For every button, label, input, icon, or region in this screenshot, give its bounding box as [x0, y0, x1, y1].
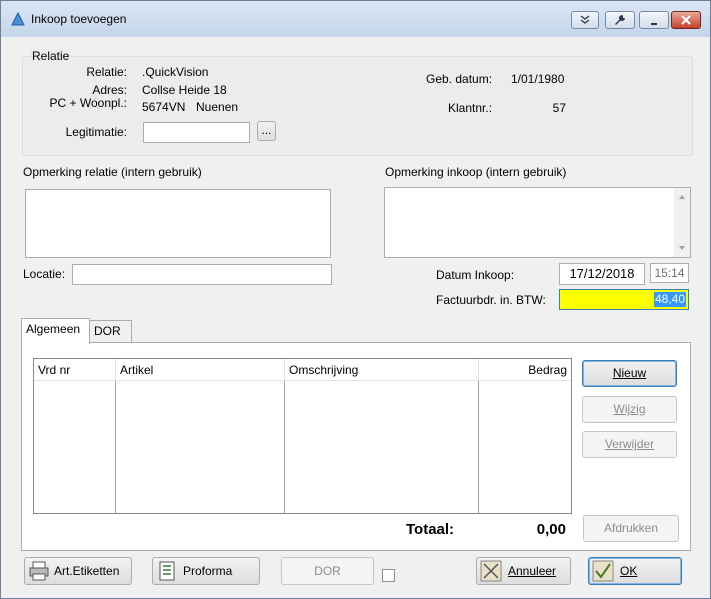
verwijder-button[interactable]: Verwijder — [582, 431, 677, 458]
ok-button[interactable]: OK — [588, 557, 682, 585]
datum-inkoop-label: Datum Inkoop: — [436, 268, 515, 282]
proforma-button[interactable]: Proforma — [152, 557, 260, 585]
checkmark-icon — [592, 560, 614, 582]
klantnr-label: Klantnr.: — [448, 101, 493, 115]
column-header-artikel[interactable]: Artikel — [116, 359, 285, 381]
window-title: Inkoop toevoegen — [31, 12, 127, 26]
relatie-group-label: Relatie — [30, 49, 72, 63]
title-bar[interactable]: Inkoop toevoegen — [1, 1, 710, 37]
chevron-down-icon[interactable] — [571, 11, 599, 29]
column-divider — [116, 381, 285, 513]
factuurbedrag-label: Factuurbdr. in. BTW: — [436, 293, 546, 307]
afdrukken-button[interactable]: Afdrukken — [583, 515, 679, 542]
dor-checkbox[interactable] — [382, 569, 395, 582]
dor-button[interactable]: DOR — [281, 557, 374, 585]
column-divider — [285, 381, 479, 513]
minimize-icon[interactable] — [639, 11, 669, 29]
column-divider — [34, 381, 116, 513]
column-header-vrd-nr[interactable]: Vrd nr — [34, 359, 116, 381]
klantnr-value: 57 — [552, 101, 566, 115]
opmerking-relatie-textarea[interactable] — [25, 189, 331, 258]
printer-icon — [29, 561, 49, 581]
column-header-bedrag[interactable]: Bedrag — [479, 359, 571, 381]
cancel-icon — [480, 560, 502, 582]
tab-algemeen[interactable]: Algemeen — [21, 318, 90, 344]
datum-inkoop-input[interactable]: 17/12/2018 — [559, 263, 645, 285]
list-icon — [159, 561, 175, 581]
pc-woonplaats-label: PC + Woonpl.: — [49, 96, 127, 110]
opmerking-inkoop-label: Opmerking inkoop (intern gebruik) — [385, 165, 567, 179]
scroll-down-icon[interactable] — [674, 241, 690, 255]
app-icon — [11, 12, 25, 26]
dialog-window: Inkoop toevoegen Relatie Relatie: .Quick… — [0, 0, 711, 599]
vertical-scrollbar[interactable] — [674, 188, 690, 257]
relatie-value: .QuickVision — [142, 65, 209, 79]
factuurbedrag-input[interactable]: 48,40 — [559, 289, 689, 310]
geb-datum-label: Geb. datum: — [426, 72, 493, 86]
nieuw-button[interactable]: Nieuw — [582, 360, 677, 387]
close-icon[interactable] — [671, 11, 701, 29]
tab-dor[interactable]: DOR — [89, 320, 132, 342]
opmerking-inkoop-textarea[interactable] — [384, 187, 691, 258]
totaal-label: Totaal: — [406, 521, 455, 538]
legitimatie-browse-button[interactable]: ... — [257, 121, 276, 141]
locatie-input[interactable] — [72, 264, 332, 285]
wrench-icon[interactable] — [605, 11, 635, 29]
wijzig-button[interactable]: Wijzig — [582, 396, 677, 423]
locatie-label: Locatie: — [23, 267, 66, 281]
artikelen-table[interactable]: Vrd nr Artikel Omschrijving Bedrag — [33, 358, 572, 514]
legitimatie-label: Legitimatie: — [65, 125, 127, 139]
adres-value: Collse Heide 18 — [142, 83, 227, 97]
tijd-inkoop-input[interactable]: 15:14 — [650, 263, 689, 283]
woonplaats-value: Nuenen — [196, 100, 239, 114]
relatie-label: Relatie: — [86, 65, 127, 79]
opmerking-relatie-label: Opmerking relatie (intern gebruik) — [23, 165, 202, 179]
dialog-client: Relatie Relatie: .QuickVision Adres: Col… — [8, 37, 704, 593]
adres-label: Adres: — [92, 83, 127, 97]
art-etiketten-button[interactable]: Art.Etiketten — [24, 557, 132, 585]
column-header-omschrijving[interactable]: Omschrijving — [285, 359, 479, 381]
factuurbedrag-value: 48,40 — [653, 292, 686, 307]
annuleer-button[interactable]: Annuleer — [476, 557, 571, 585]
totaal-value: 0,00 — [536, 521, 566, 538]
postcode-value: 5674VN — [142, 100, 186, 114]
legitimatie-input[interactable] — [143, 122, 250, 143]
scroll-up-icon[interactable] — [674, 190, 690, 204]
geb-datum-value: 1/01/1980 — [511, 72, 565, 86]
